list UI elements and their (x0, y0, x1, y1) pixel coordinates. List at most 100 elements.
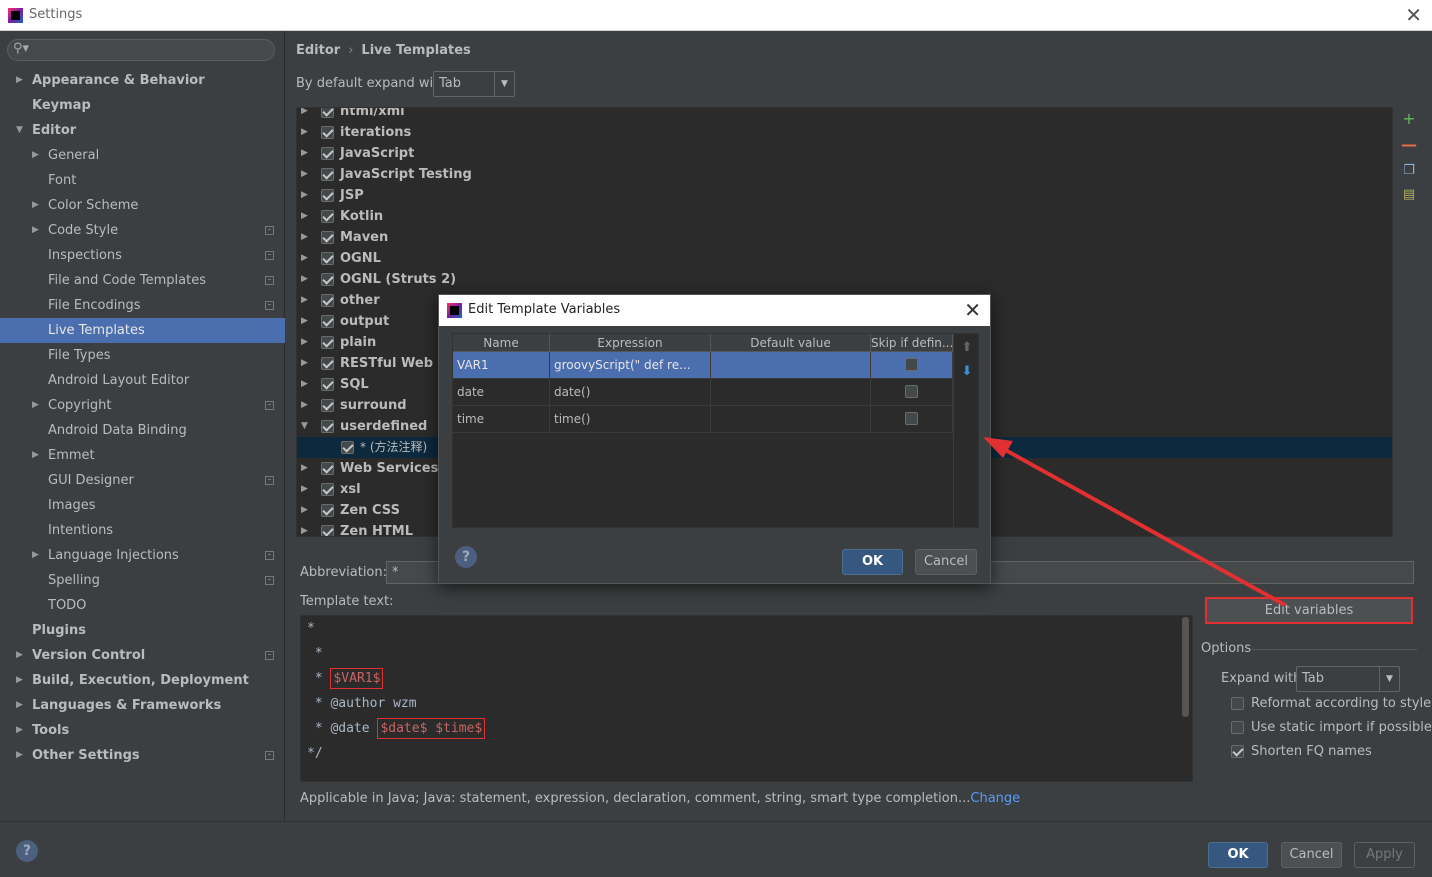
sidebar-item[interactable]: ▶ Emmet (0, 443, 285, 468)
sidebar-item[interactable]: Spelling (0, 568, 285, 593)
chevron-right-icon[interactable]: ▶ (16, 68, 23, 93)
checkbox-checked-icon[interactable] (321, 462, 334, 475)
chevron-right-icon[interactable]: ▶ (301, 143, 308, 164)
template-group[interactable]: ▶ JavaScript Testing (297, 164, 1392, 185)
chevron-right-icon[interactable]: ▶ (301, 108, 308, 122)
template-text-editor[interactable]: * * * $VAR1$ * @author wzm * @date $date… (300, 615, 1193, 782)
chevron-right-icon[interactable]: ▶ (301, 332, 308, 353)
template-group[interactable]: ▶ JSP (297, 185, 1392, 206)
checkbox-checked-icon[interactable] (321, 357, 334, 370)
checkbox-checked-icon[interactable] (321, 189, 334, 202)
chevron-right-icon[interactable]: ▶ (16, 743, 23, 768)
chevron-right-icon[interactable]: ▶ (301, 311, 308, 332)
chevron-right-icon[interactable]: ▶ (301, 185, 308, 206)
chevron-right-icon[interactable]: ▶ (301, 395, 308, 416)
sidebar-item[interactable]: Android Data Binding (0, 418, 285, 443)
sidebar-item[interactable]: ▶ Build, Execution, Deployment (0, 668, 285, 693)
sidebar-item[interactable]: Live Templates (0, 318, 285, 343)
editor-scrollbar[interactable] (1182, 617, 1189, 717)
checkbox-checked-icon[interactable] (321, 483, 334, 496)
template-group[interactable]: ▶ OGNL (Struts 2) (297, 269, 1392, 290)
sidebar-item[interactable]: Keymap (0, 93, 285, 118)
sidebar-item[interactable]: Android Layout Editor (0, 368, 285, 393)
template-group[interactable]: ▶ OGNL (297, 248, 1392, 269)
chevron-right-icon[interactable]: ▶ (301, 227, 308, 248)
add-icon[interactable]: + (1399, 109, 1419, 129)
template-group[interactable]: ▶ html/xml (297, 108, 1392, 122)
breadcrumb-editor[interactable]: Editor (296, 43, 340, 58)
skip-checkbox[interactable] (905, 412, 918, 425)
sidebar-item[interactable]: Inspections (0, 243, 285, 268)
sidebar-item[interactable]: ▶ Languages & Frameworks (0, 693, 285, 718)
sidebar-item[interactable]: ▶ Code Style (0, 218, 285, 243)
checkbox-checked-icon[interactable] (341, 441, 354, 454)
chevron-right-icon[interactable]: ▶ (16, 668, 23, 693)
settings-search-input[interactable]: ⚲▾ (7, 39, 275, 61)
dialog-help-icon[interactable]: ? (455, 546, 477, 568)
change-link[interactable]: Change (970, 791, 1020, 806)
sidebar-item[interactable]: Images (0, 493, 285, 518)
chevron-right-icon[interactable]: ▶ (301, 521, 308, 536)
cell-default[interactable] (711, 352, 871, 379)
sidebar-item[interactable]: ▼ Editor (0, 118, 285, 143)
chevron-right-icon[interactable]: ▶ (32, 218, 39, 243)
ok-button[interactable]: OK (1208, 842, 1268, 868)
cell-name[interactable]: time (453, 406, 550, 433)
chevron-right-icon[interactable]: ▶ (32, 543, 39, 568)
checkbox-checked-icon[interactable] (321, 420, 334, 433)
chevron-right-icon[interactable]: ▶ (301, 479, 308, 500)
sidebar-item[interactable]: File Types (0, 343, 285, 368)
chevron-right-icon[interactable]: ▶ (32, 193, 39, 218)
sidebar-item[interactable]: ▶ Language Injections (0, 543, 285, 568)
help-icon[interactable]: ? (16, 840, 38, 862)
cell-default[interactable] (711, 379, 871, 406)
chevron-down-icon[interactable]: ▼ (301, 416, 308, 437)
template-group[interactable]: ▶ Maven (297, 227, 1392, 248)
cell-expression[interactable]: date() (550, 379, 711, 406)
checkbox-checked-icon[interactable] (321, 252, 334, 265)
cell-expression[interactable]: time() (550, 406, 711, 433)
sidebar-item[interactable]: GUI Designer (0, 468, 285, 493)
copy-icon[interactable]: ❐ (1399, 161, 1419, 181)
chevron-right-icon[interactable]: ▶ (301, 122, 308, 143)
restore-icon[interactable]: ▤ (1399, 185, 1419, 205)
sidebar-item[interactable]: ▶ Color Scheme (0, 193, 285, 218)
template-group[interactable]: ▶ JavaScript (297, 143, 1392, 164)
chevron-right-icon[interactable]: ▶ (301, 248, 308, 269)
chevron-right-icon[interactable]: ▶ (32, 443, 39, 468)
checkbox-checked-icon[interactable] (321, 378, 334, 391)
default-expand-select[interactable]: Tab ▼ (433, 71, 515, 97)
skip-checkbox[interactable] (905, 358, 918, 371)
sidebar-item[interactable]: ▶ Appearance & Behavior (0, 68, 285, 93)
table-row[interactable]: VAR1 groovyScript(" def re... (453, 352, 953, 379)
edit-variables-button[interactable]: Edit variables (1205, 597, 1413, 624)
sidebar-item[interactable]: Plugins (0, 618, 285, 643)
remove-icon[interactable]: — (1399, 135, 1419, 155)
cell-default[interactable] (711, 406, 871, 433)
chevron-right-icon[interactable]: ▶ (32, 143, 39, 168)
close-icon[interactable]: ✕ (1405, 3, 1422, 27)
expand-with-select[interactable]: Tab ▼ (1296, 666, 1400, 692)
cancel-button[interactable]: Cancel (1281, 842, 1342, 868)
sidebar-item[interactable]: ▶ General (0, 143, 285, 168)
sidebar-item[interactable]: Intentions (0, 518, 285, 543)
chevron-right-icon[interactable]: ▶ (32, 393, 39, 418)
move-up-icon[interactable]: ⬆ (959, 340, 975, 356)
sidebar-item[interactable]: ▶ Copyright (0, 393, 285, 418)
column-header-default[interactable]: Default value (711, 334, 871, 352)
checkbox-checked-icon[interactable] (321, 399, 334, 412)
checkbox-checked-icon[interactable] (321, 168, 334, 181)
move-down-icon[interactable]: ⬇ (959, 364, 975, 380)
column-header-expression[interactable]: Expression (550, 334, 711, 352)
table-row[interactable]: date date() (453, 379, 953, 406)
sidebar-item[interactable]: File Encodings (0, 293, 285, 318)
checkbox-checked-icon[interactable] (321, 108, 334, 118)
checkbox-checked-icon[interactable] (321, 231, 334, 244)
sidebar-item[interactable]: File and Code Templates (0, 268, 285, 293)
chevron-right-icon[interactable]: ▶ (301, 353, 308, 374)
variables-table[interactable]: Name Expression Default value Skip if de… (452, 333, 979, 528)
column-header-skip[interactable]: Skip if defin... (871, 334, 953, 352)
sidebar-item[interactable]: ▶ Version Control (0, 643, 285, 668)
chevron-down-icon[interactable]: ▼ (16, 118, 23, 143)
checkbox-checked-icon[interactable] (321, 525, 334, 536)
